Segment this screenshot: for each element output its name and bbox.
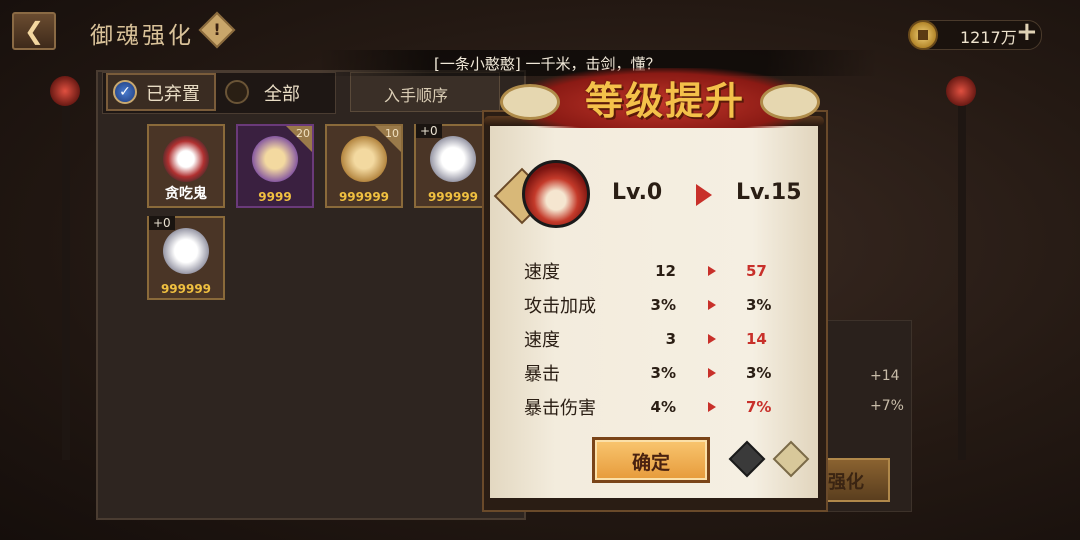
card-level: 20 <box>296 127 310 140</box>
confirm-button-label: 确定 <box>631 452 670 474</box>
spirit-portrait-icon <box>430 136 476 182</box>
stat-new-value: 14 <box>746 330 767 348</box>
tab-all-radio[interactable] <box>225 80 249 104</box>
back-button[interactable]: ❮ <box>12 12 56 50</box>
stat-new-value: 3% <box>746 296 772 314</box>
soul-card[interactable]: 贪吃鬼 <box>147 124 225 208</box>
torch-flame-right-icon <box>946 76 976 106</box>
tab-all-label[interactable]: 全部 <box>264 80 300 106</box>
torch-pole-right <box>958 100 966 460</box>
torch-pole-left <box>62 100 70 460</box>
stat-label: 速度 <box>524 330 560 351</box>
page-title: 御魂强化 <box>90 23 194 49</box>
stat-label: 暴击伤害 <box>524 398 596 419</box>
stat-label: 速度 <box>524 262 560 283</box>
tab-abandoned-label: 已弃置 <box>146 84 200 105</box>
stat-label: 攻击加成 <box>524 296 596 317</box>
torch-flame-left-icon <box>50 76 80 106</box>
stat-old-value: 12 <box>655 262 676 280</box>
card-level: 10 <box>385 127 399 140</box>
soul-card[interactable]: 20 9999 <box>236 124 314 208</box>
arrow-right-icon <box>708 368 716 378</box>
stat-old-value: 4% <box>650 398 676 416</box>
card-count: 999999 <box>338 190 390 204</box>
stat-old-value: 3 <box>665 330 676 348</box>
level-to: Lv.15 <box>736 180 802 205</box>
card-name: 贪吃鬼 <box>165 186 207 202</box>
info-icon[interactable]: ! <box>198 11 236 49</box>
coin-icon <box>908 20 938 50</box>
dialog-title: 等级提升 <box>584 78 745 123</box>
stat-new-value: 3% <box>746 364 772 382</box>
card-count: 999999 <box>160 282 212 296</box>
spirit-portrait-icon <box>163 228 209 274</box>
add-currency-button[interactable]: + <box>1016 19 1038 45</box>
arrow-right-icon <box>708 300 716 310</box>
demon-portrait-icon <box>163 136 209 182</box>
chevron-left-icon: ❮ <box>23 17 45 45</box>
card-count: 9999 <box>258 190 292 204</box>
soul-card[interactable]: +0 999999 <box>147 216 225 300</box>
currency-value: 1217万 <box>960 28 1017 47</box>
stat-new-value: 57 <box>746 262 767 280</box>
bonus-value: +7% <box>870 398 904 414</box>
stat-new-value: 7% <box>746 398 772 416</box>
arrow-right-icon <box>696 184 712 206</box>
checkmark-icon: ✓ <box>113 80 137 104</box>
enhance-button-label: 强化 <box>828 472 864 493</box>
level-from: Lv.0 <box>612 180 663 205</box>
bonus-value: +14 <box>870 368 900 384</box>
soul-card[interactable]: 10 999999 <box>325 124 403 208</box>
stat-label: 暴击 <box>524 364 560 385</box>
arrow-right-icon <box>708 334 716 344</box>
card-plus: +0 <box>149 216 175 230</box>
stat-old-value: 3% <box>650 296 676 314</box>
soul-portrait-icon <box>522 160 590 228</box>
card-count: 999999 <box>427 190 479 204</box>
stat-old-value: 3% <box>650 364 676 382</box>
arrow-right-icon <box>708 266 716 276</box>
sort-label: 入手顺序 <box>384 86 449 105</box>
soul-card[interactable]: +0 999999 <box>414 124 492 208</box>
card-plus: +0 <box>416 124 442 138</box>
arrow-right-icon <box>708 402 716 412</box>
